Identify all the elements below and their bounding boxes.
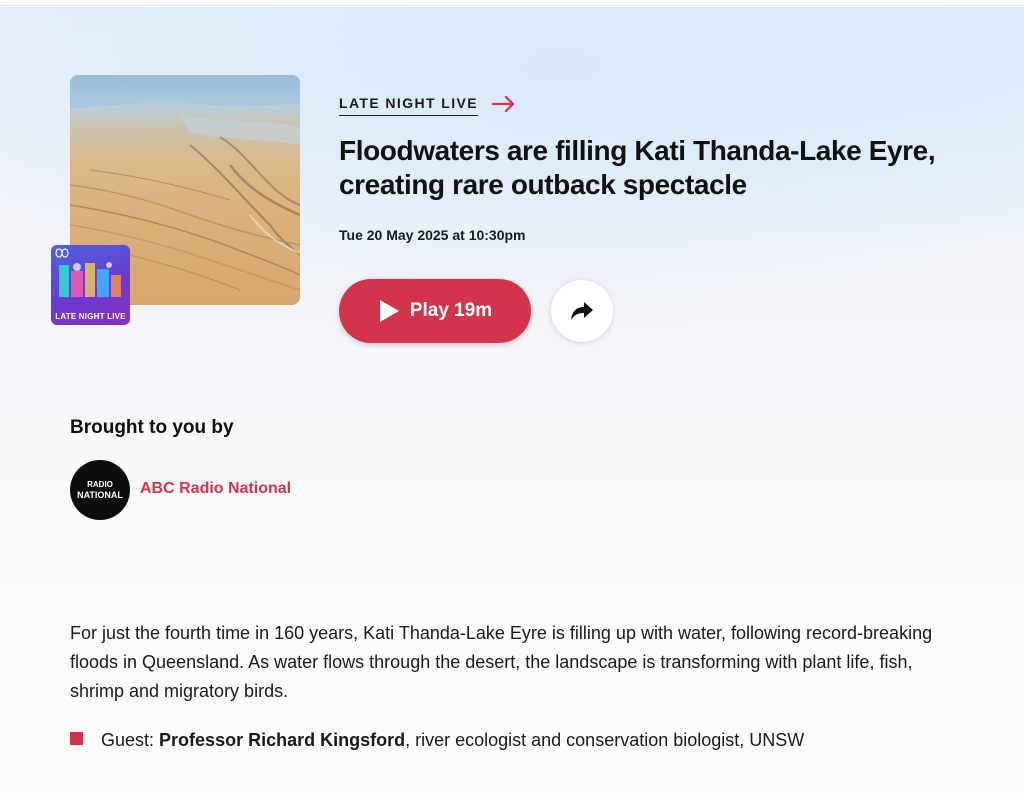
network-link[interactable]: ABC Radio National — [140, 480, 291, 498]
bullet-square-icon — [70, 732, 83, 745]
network-logo-line2: NATIONAL — [77, 490, 123, 500]
program-link[interactable]: LATE NIGHT LIVE — [339, 95, 516, 116]
episode-description: For just the fourth time in 160 years, K… — [70, 623, 933, 701]
network-logo-line1: RADIO — [87, 480, 113, 489]
brought-to-you-by-heading: Brought to you by — [70, 417, 234, 438]
arrow-right-icon — [491, 95, 515, 112]
play-button[interactable]: Play 19m — [339, 279, 531, 343]
program-name: LATE NIGHT LIVE — [339, 95, 478, 116]
show-artwork-icon — [59, 262, 121, 297]
show-badge-label: LATE NIGHT LIVE — [55, 312, 126, 321]
guest-role: , river ecologist and conservation biolo… — [405, 730, 805, 750]
play-icon — [379, 300, 399, 322]
episode-datetime: Tue 20 May 2025 at 10:30pm — [339, 227, 526, 243]
episode-title: Floodwaters are filling Kati Thanda-Lake… — [339, 135, 936, 200]
share-button[interactable] — [551, 280, 613, 342]
top-border — [0, 0, 1024, 6]
network-logo[interactable]: RADIO NATIONAL — [70, 460, 130, 520]
guest-name: Professor Richard Kingsford — [159, 730, 406, 750]
guest-item: Guest: Professor Richard Kingsford, rive… — [70, 730, 804, 751]
share-icon — [571, 302, 593, 320]
play-label: Play 19m — [409, 300, 493, 321]
show-badge[interactable]: LATE NIGHT LIVE — [51, 245, 130, 325]
guest-prefix: Guest: — [101, 730, 155, 750]
